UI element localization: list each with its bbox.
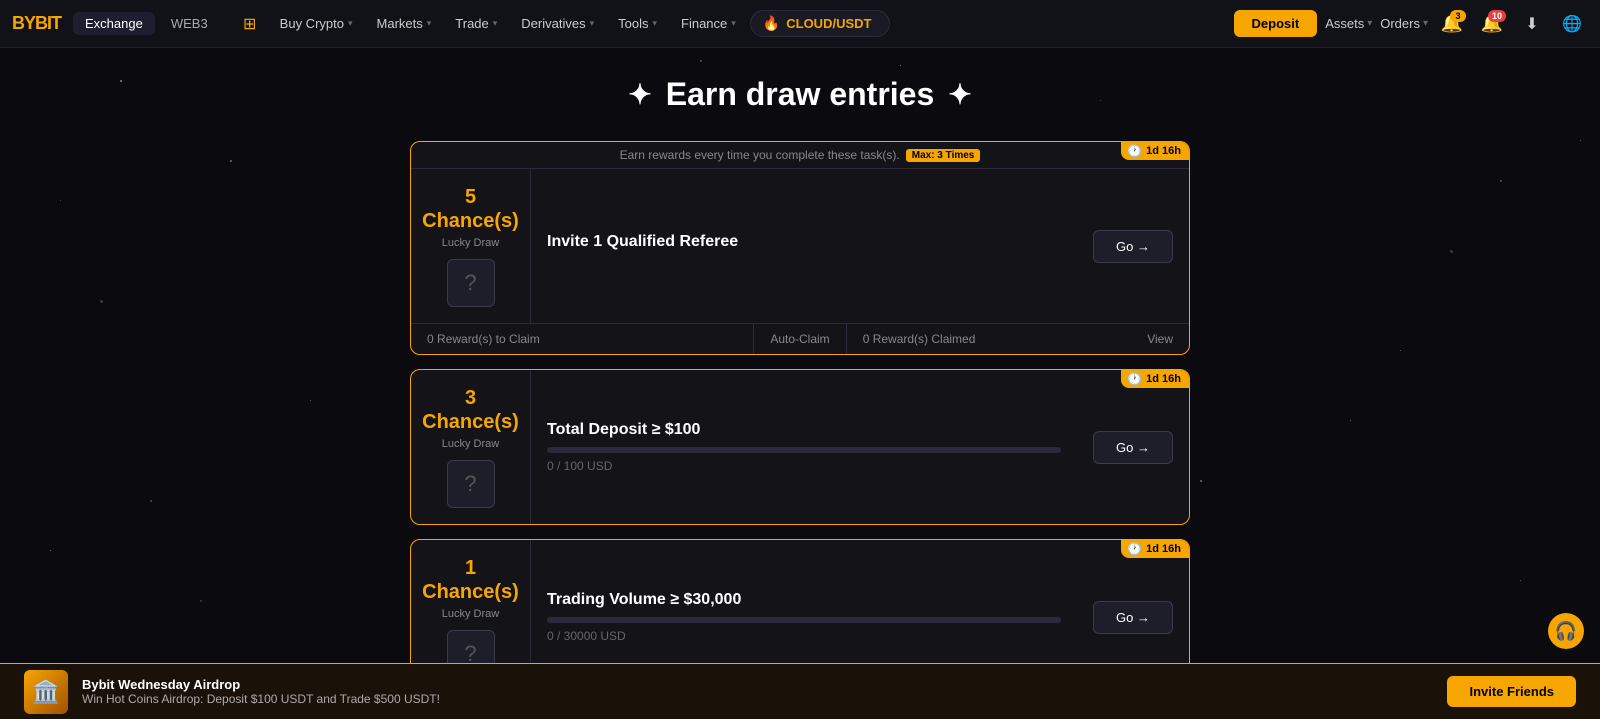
- notif-badge: 10: [1488, 10, 1506, 22]
- bottom-banner: 🏛️ Bybit Wednesday Airdrop Win Hot Coins…: [0, 663, 1600, 719]
- gift-icon-2: ?: [447, 460, 495, 508]
- card-left-2: 3 Chance(s) Lucky Draw ?: [411, 370, 531, 524]
- nav-tab-web3[interactable]: WEB3: [159, 12, 220, 35]
- nav-finance[interactable]: Finance▾: [671, 12, 746, 35]
- lucky-draw-label-1: Lucky Draw: [442, 237, 499, 249]
- go-button-2[interactable]: Go →: [1093, 431, 1173, 464]
- navbar: BYBIT Exchange WEB3 ⊞ Buy Crypto▾ Market…: [0, 0, 1600, 48]
- banner-text: Bybit Wednesday Airdrop Win Hot Coins Ai…: [82, 677, 1433, 706]
- card-right-1: Go →: [1077, 169, 1189, 323]
- nav-right: Deposit Assets▾ Orders▾ 🔔 3 🔔 10 ⬇ 🌐: [1234, 8, 1588, 40]
- download-btn[interactable]: ⬇: [1516, 8, 1548, 40]
- chances-count-2: 3 Chance(s): [419, 386, 522, 434]
- card-inner-1: 5 Chance(s) Lucky Draw ? Invite 1 Qualif…: [411, 169, 1189, 323]
- task-title-3: Trading Volume ≥ $30,000: [547, 591, 1061, 609]
- deposit-button[interactable]: Deposit: [1234, 10, 1318, 37]
- card-right-2: Go →: [1077, 370, 1189, 524]
- banner-title: Bybit Wednesday Airdrop: [82, 677, 1433, 692]
- max-badge: Max: 3 Times: [906, 149, 981, 162]
- sparkle-left: ✦: [628, 78, 651, 111]
- task-card-2: 🕐 1d 16h 3 Chance(s) Lucky Draw ? Total …: [410, 369, 1190, 525]
- banner-image: 🏛️: [24, 670, 68, 714]
- progress-text-3: 0 / 30000 USD: [547, 629, 1061, 643]
- progress-bar-2: [547, 447, 1061, 453]
- lucky-draw-label-3: Lucky Draw: [442, 608, 499, 620]
- reward-right: 0 Reward(s) Claimed View: [847, 324, 1189, 354]
- timer-badge-1: 🕐 1d 16h: [1121, 142, 1189, 160]
- notification-btn[interactable]: 🔔 10: [1476, 8, 1508, 40]
- main-content: ✦ Earn draw entries ✦ 🕐 1d 16h Earn rewa…: [0, 48, 1600, 719]
- view-btn[interactable]: View: [1147, 332, 1173, 346]
- card-body-2: Total Deposit ≥ $100 0 / 100 USD: [531, 370, 1077, 524]
- globe-btn[interactable]: 🌐: [1556, 8, 1588, 40]
- task-card-1: 🕐 1d 16h Earn rewards every time you com…: [410, 141, 1190, 355]
- bell-badge: 3: [1450, 10, 1466, 22]
- task-title-1: Invite 1 Qualified Referee: [547, 233, 1061, 251]
- nav-markets[interactable]: Markets▾: [367, 12, 442, 35]
- grid-icon-btn[interactable]: ⊞: [234, 8, 266, 40]
- gift-icon-1: ?: [447, 259, 495, 307]
- invite-friends-button[interactable]: Invite Friends: [1447, 676, 1576, 707]
- card-body-1: Invite 1 Qualified Referee: [531, 169, 1077, 323]
- nav-trade[interactable]: Trade▾: [445, 12, 507, 35]
- task-title-2: Total Deposit ≥ $100: [547, 421, 1061, 439]
- card-header-info: Earn rewards every time you complete the…: [411, 142, 1189, 169]
- orders-btn[interactable]: Orders▾: [1380, 16, 1428, 31]
- search-box[interactable]: 🔥 CLOUD/USDT: [750, 10, 890, 37]
- search-text: CLOUD/USDT: [786, 16, 871, 31]
- reward-row-1: 0 Reward(s) to Claim Auto-Claim 0 Reward…: [411, 323, 1189, 354]
- timer-badge-2: 🕐 1d 16h: [1121, 370, 1189, 388]
- go-button-1[interactable]: Go →: [1093, 230, 1173, 263]
- lucky-draw-label-2: Lucky Draw: [442, 438, 499, 450]
- nav-buy-crypto[interactable]: Buy Crypto▾: [270, 12, 363, 35]
- auto-claim-btn[interactable]: Auto-Claim: [753, 324, 846, 354]
- support-button[interactable]: 🎧: [1548, 613, 1584, 649]
- nav-derivatives[interactable]: Derivatives▾: [511, 12, 604, 35]
- chances-count-1: 5 Chance(s): [419, 185, 522, 233]
- card-left-1: 5 Chance(s) Lucky Draw ?: [411, 169, 531, 323]
- cards-container: 🕐 1d 16h Earn rewards every time you com…: [410, 141, 1190, 719]
- banner-subtitle: Win Hot Coins Airdrop: Deposit $100 USDT…: [82, 692, 1433, 706]
- progress-text-2: 0 / 100 USD: [547, 459, 1061, 473]
- nav-tab-exchange[interactable]: Exchange: [73, 12, 155, 35]
- logo[interactable]: BYBIT: [12, 13, 61, 34]
- assets-btn[interactable]: Assets▾: [1325, 16, 1372, 31]
- card-inner-2: 3 Chance(s) Lucky Draw ? Total Deposit ≥…: [411, 370, 1189, 524]
- reward-left: 0 Reward(s) to Claim: [411, 324, 753, 354]
- bell-btn[interactable]: 🔔 3: [1436, 8, 1468, 40]
- nav-tools[interactable]: Tools▾: [608, 12, 667, 35]
- page-title: ✦ Earn draw entries ✦: [628, 76, 971, 113]
- timer-badge-3: 🕐 1d 16h: [1121, 540, 1189, 558]
- progress-bar-3: [547, 617, 1061, 623]
- chances-count-3: 1 Chance(s): [419, 556, 522, 604]
- go-button-3[interactable]: Go →: [1093, 601, 1173, 634]
- fire-icon: 🔥: [763, 15, 780, 32]
- sparkle-right: ✦: [948, 78, 971, 111]
